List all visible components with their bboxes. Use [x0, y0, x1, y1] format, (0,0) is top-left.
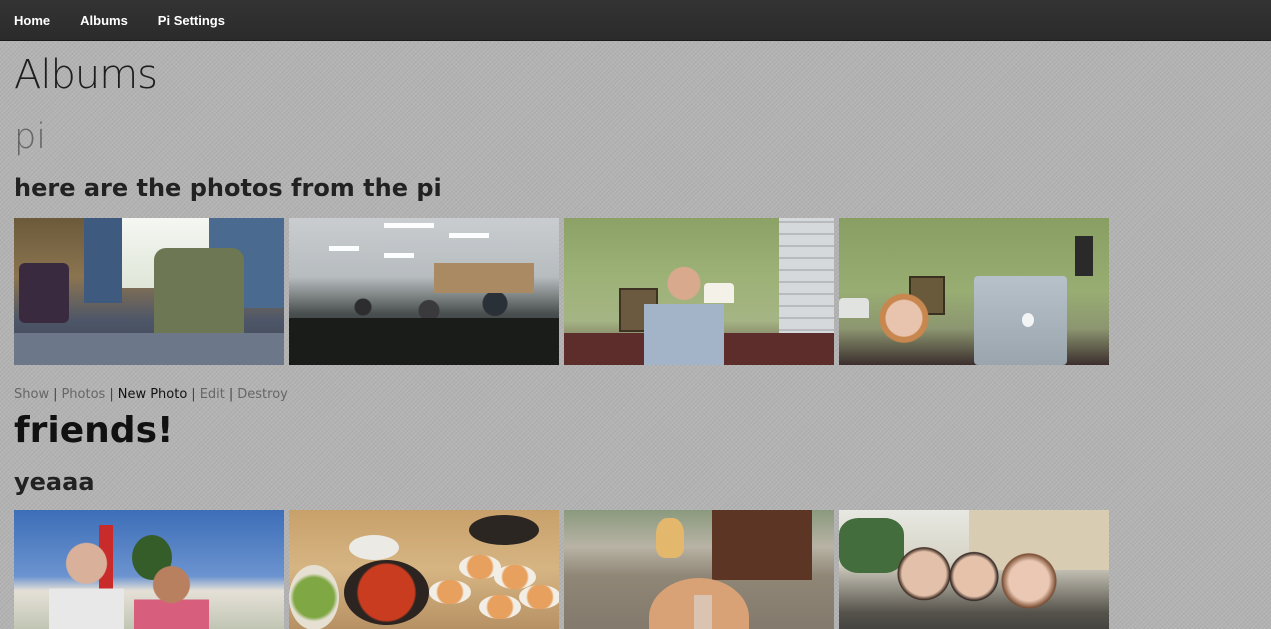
album-actions: Show | Photos | New Photo | Edit | Destroy — [14, 387, 288, 402]
album-photo[interactable] — [289, 218, 559, 365]
album-description: here are the photos from the pi — [14, 174, 442, 202]
album-description: yeaaa — [14, 468, 95, 496]
new-photo-link[interactable]: New Photo — [118, 387, 188, 402]
nav-home-link[interactable]: Home — [14, 13, 50, 28]
album-photo-grid — [14, 510, 1109, 629]
page-title: Albums — [14, 52, 158, 98]
album-photo[interactable] — [289, 510, 559, 629]
separator: | — [191, 387, 196, 402]
album-photo-grid — [14, 218, 1109, 365]
separator: | — [228, 387, 234, 402]
top-navbar: Home Albums Pi Settings — [0, 0, 1271, 41]
show-link[interactable]: Show — [14, 387, 49, 402]
album-photo[interactable] — [839, 510, 1109, 629]
album-photo[interactable] — [564, 218, 834, 365]
destroy-link[interactable]: Destroy — [237, 387, 288, 402]
album-photo[interactable] — [14, 510, 284, 629]
album-name: friends! — [14, 410, 174, 451]
edit-link[interactable]: Edit — [200, 387, 225, 402]
separator: | — [53, 387, 58, 402]
album-photo[interactable] — [839, 218, 1109, 365]
album-name: pi — [14, 117, 46, 157]
separator: | — [109, 387, 114, 402]
album-photo[interactable] — [14, 218, 284, 365]
album-photo[interactable] — [564, 510, 834, 629]
nav-pi-settings-link[interactable]: Pi Settings — [158, 13, 225, 28]
photos-link[interactable]: Photos — [61, 387, 105, 402]
nav-albums-link[interactable]: Albums — [80, 13, 128, 28]
